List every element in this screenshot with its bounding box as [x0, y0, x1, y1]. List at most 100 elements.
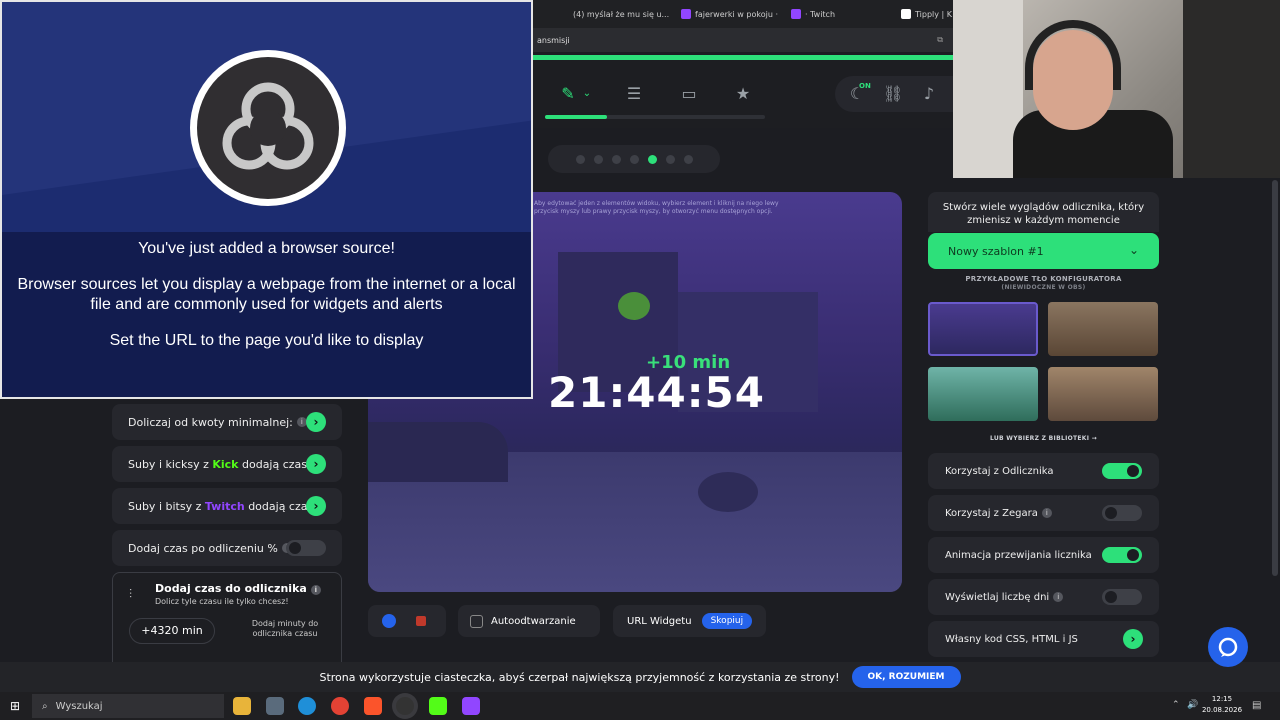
obs-heading: You've just added a browser source! [138, 240, 395, 257]
setup-progress-bar [545, 115, 765, 119]
obs-browser-source: You've just added a browser source! Brow… [0, 0, 533, 399]
step-dot[interactable] [611, 154, 621, 164]
arrow-right-button[interactable]: › [306, 454, 326, 474]
obs-description: Browser sources let you display a webpag… [17, 276, 516, 313]
notification-icon[interactable]: ▤ [1252, 700, 1261, 711]
playback-controls [368, 605, 446, 637]
autoplay-control: Autoodtwarzanie [458, 605, 600, 637]
stop-icon[interactable] [416, 616, 426, 626]
arrow-right-button[interactable]: › [1123, 629, 1143, 649]
add-time-percent-row: Dodaj czas po odliczeniu %i [112, 530, 342, 566]
cookie-accept-button[interactable]: OK, ROZUMIEM [851, 666, 961, 688]
option-row-clock: Korzystaj z Zegara i [928, 495, 1159, 531]
info-icon[interactable]: i [1053, 592, 1064, 602]
window-icon[interactable]: ▭ [679, 84, 699, 104]
editor-toolbar: ✎ ⌄ ☰ ▭ ★ ☾ ON ⛓ ♪ [533, 60, 953, 128]
background-thumb-water[interactable] [928, 367, 1038, 421]
page-scrollbar[interactable] [1272, 180, 1278, 576]
preview-hint: Aby edytować jeden z elementów widoku, w… [534, 200, 779, 215]
edit-icon[interactable]: ✎ [558, 84, 578, 104]
tab-twitch-1[interactable]: fajerwerki w pokoju · [681, 4, 781, 24]
add-time-subtitle: Dolicz tyle czasu ile tylko chcesz! [155, 597, 289, 606]
chrome-icon[interactable] [331, 697, 349, 715]
kick-time-row: Suby i kicksy z Kick dodają czas › [112, 446, 342, 482]
star-icon[interactable]: ★ [733, 84, 753, 104]
edge-icon[interactable] [298, 697, 316, 715]
app-icon[interactable] [266, 697, 284, 715]
tab-twitch-2[interactable]: · Twitch [791, 4, 891, 24]
browser-tab-bar: (4) myślał że mu się u... fajerwerki w p… [533, 0, 953, 28]
twitch-brand-label: Twitch [204, 499, 245, 513]
countdown-timer[interactable]: 21:44:54 [548, 368, 765, 417]
obs-taskbar-icon[interactable] [396, 697, 414, 715]
min-amount-row: Doliczaj od kwoty minimalnej: i › [112, 404, 342, 440]
background-caption: PRZYKŁADOWE TŁO KONFIGURATORA [965, 275, 1122, 283]
step-dot[interactable] [683, 154, 693, 164]
translate-icon[interactable]: ⧉ [937, 35, 943, 45]
background-thumb-night[interactable] [928, 302, 1038, 356]
countdown-toggle[interactable] [1102, 463, 1142, 479]
file-explorer-icon[interactable] [233, 697, 251, 715]
layout-icon[interactable]: ☰ [624, 84, 644, 104]
add-time-title: Dodaj czas do odlicznika i [155, 582, 321, 595]
info-icon[interactable]: i [310, 585, 321, 595]
add-time-card: ⫶ Dodaj czas do odlicznika i Dolicz tyle … [112, 572, 342, 672]
brave-icon[interactable] [364, 697, 382, 715]
tab-tipply[interactable]: Tipply | K [901, 4, 953, 24]
pepe-emote [618, 292, 650, 320]
chat-icon [1218, 637, 1238, 657]
background-thumb-dust[interactable] [1048, 302, 1158, 356]
chevron-down-icon[interactable]: ⌄ [577, 84, 597, 104]
taskbar-search[interactable]: ⌕ Wyszukaj [32, 694, 224, 718]
twitch-icon [681, 9, 691, 19]
option-row-countdown: Korzystaj z Odlicznika [928, 453, 1159, 489]
bell-icon[interactable]: ♪ [919, 84, 939, 104]
option-row-days: Wyświetlaj liczbę dni i [928, 579, 1159, 615]
obs-logo [190, 50, 346, 206]
taskbar-clock[interactable]: 12:15 20.08.2026 [1200, 694, 1244, 716]
windows-start-icon[interactable]: ⊞ [10, 699, 20, 713]
background-subcaption: (NIEWIDOCZNE W OBS) [1001, 284, 1086, 291]
animation-toggle[interactable] [1102, 547, 1142, 563]
add-time-input[interactable]: +4320 min [129, 618, 215, 644]
sliders-icon: ⫶ [129, 587, 133, 601]
copy-url-button[interactable]: Skopiuj [701, 613, 753, 629]
cookie-banner: Strona wykorzystuje ciasteczka, abyś cze… [0, 662, 1280, 692]
step-dot[interactable] [593, 154, 603, 164]
tray-chevron-icon[interactable]: ⌃ [1172, 700, 1180, 710]
step-dot[interactable] [665, 154, 675, 164]
twitch-time-row: Suby i bitsy z Twitch dodają czas › [112, 488, 342, 524]
volume-icon[interactable]: 🔊 [1187, 700, 1198, 710]
address-bar[interactable]: ansmisji ⧉ [533, 28, 953, 52]
play-icon[interactable] [382, 614, 396, 628]
webcam-feed [953, 0, 1280, 178]
days-toggle[interactable] [1102, 589, 1142, 605]
add-time-percent-toggle[interactable] [286, 540, 326, 556]
twitch-taskbar-icon[interactable] [462, 697, 480, 715]
kick-taskbar-icon[interactable] [429, 697, 447, 715]
option-row-animation: Animacja przewijania licznika [928, 537, 1159, 573]
step-dot[interactable] [575, 154, 585, 164]
chat-support-button[interactable] [1208, 627, 1248, 667]
search-icon: ⌕ [42, 700, 48, 712]
chevron-down-icon: ⌄ [1128, 243, 1139, 257]
add-time-hint: Dodaj minuty do odlicznika czasu [251, 619, 319, 638]
template-select[interactable]: Nowy szablon #1 ⌄ [928, 233, 1159, 269]
background-thumb-village[interactable] [1048, 367, 1158, 421]
dark-mode-on-badge: ON [859, 82, 871, 90]
library-link[interactable]: LUB WYBIERZ Z BIBLIOTEKI → [928, 435, 1159, 442]
arrow-right-button[interactable]: › [306, 412, 326, 432]
step-dot[interactable] [629, 154, 639, 164]
autoplay-checkbox[interactable] [470, 614, 483, 628]
obs-instruction: Set the URL to the page you'd like to di… [109, 332, 424, 349]
option-row-custom-code: Własny kod CSS, HTML i JS › [928, 621, 1159, 657]
arrow-right-button[interactable]: › [306, 496, 326, 516]
tab-youtube[interactable]: (4) myślał że mu się u... [569, 4, 669, 24]
step-dot-active[interactable] [647, 154, 657, 164]
tipply-icon [901, 9, 911, 19]
templates-header: Stwórz wiele wyglądów odlicznika, który … [928, 192, 1159, 232]
twitch-icon [791, 9, 801, 19]
link-icon[interactable]: ⛓ [883, 84, 903, 104]
info-icon[interactable]: i [1041, 508, 1052, 518]
clock-toggle[interactable] [1102, 505, 1142, 521]
